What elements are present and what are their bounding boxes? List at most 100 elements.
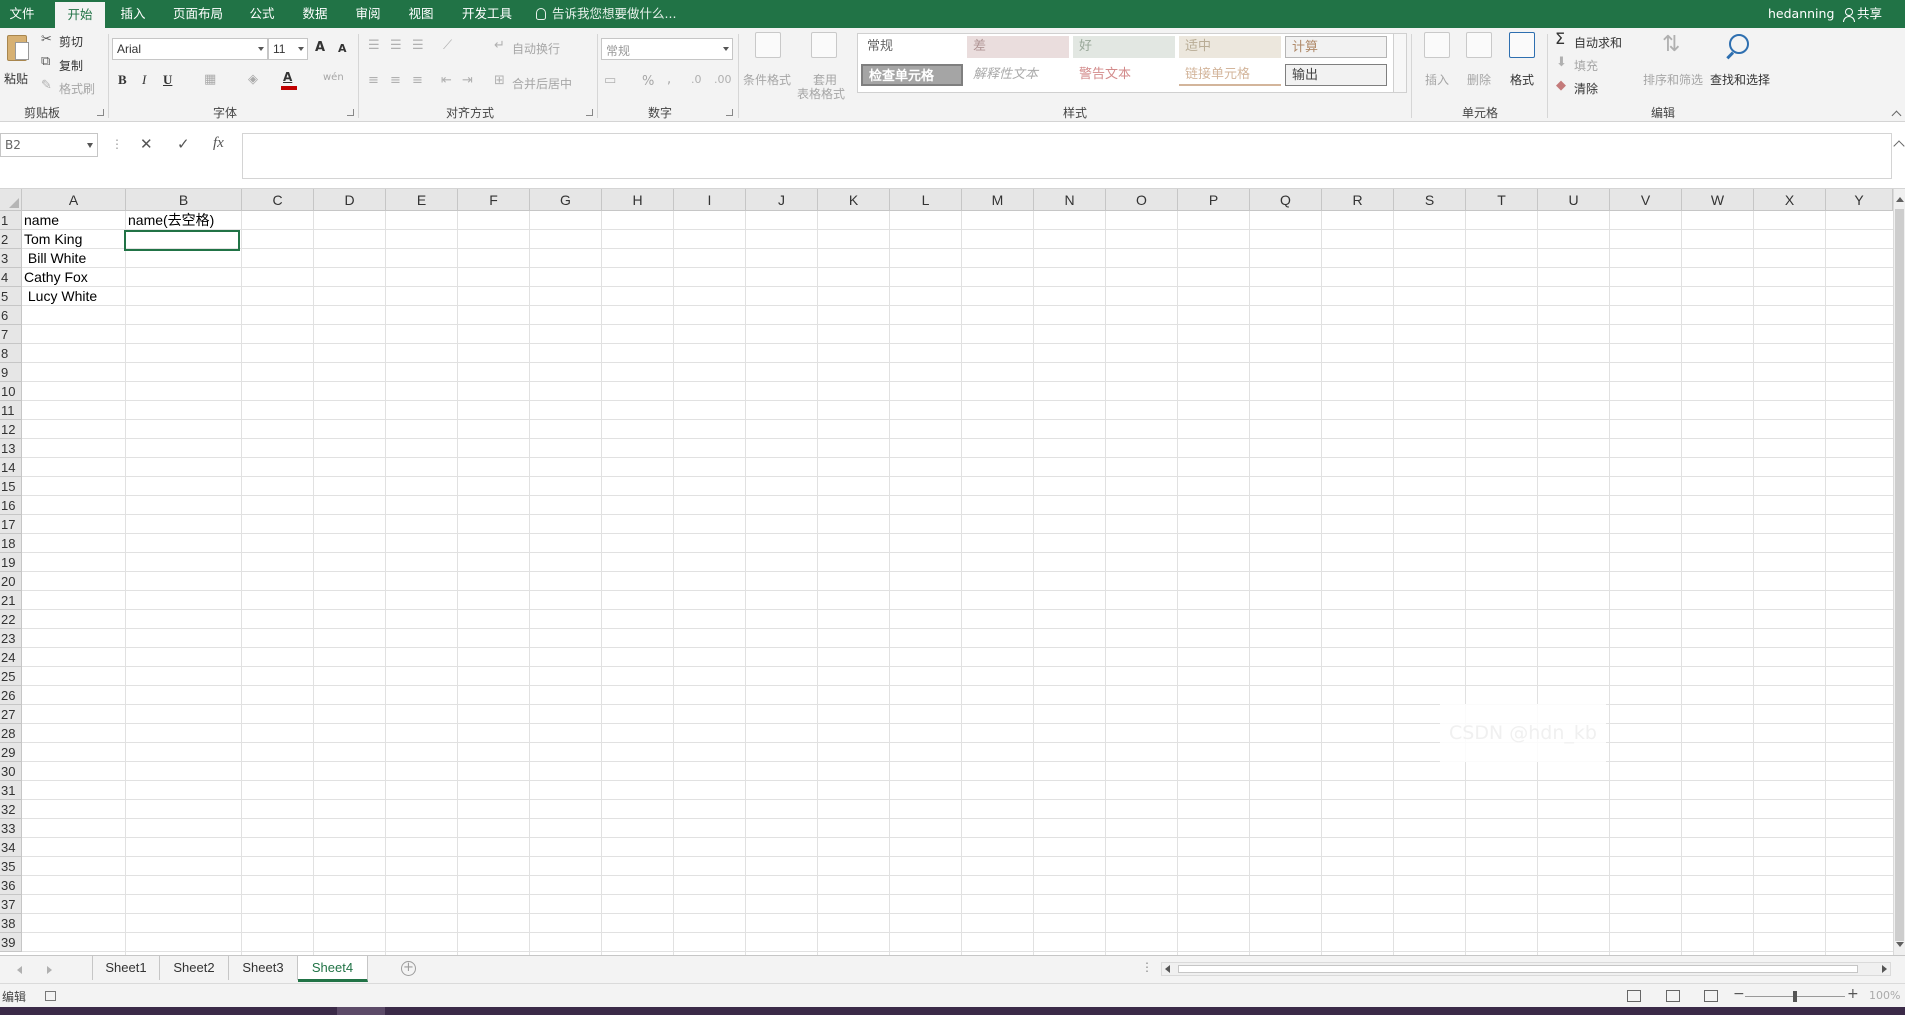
tab-page-layout[interactable]: 页面布局	[166, 0, 230, 28]
format-cells-button[interactable]: 格式	[1505, 32, 1539, 98]
row-header-30[interactable]: 30	[0, 762, 22, 781]
row-header-1[interactable]: 1	[0, 211, 22, 230]
row-header-6[interactable]: 6	[0, 306, 22, 325]
style-neutral[interactable]: 适中	[1179, 36, 1281, 58]
row-header-35[interactable]: 35	[0, 857, 22, 876]
column-header-f[interactable]: F	[458, 189, 530, 211]
row-header-21[interactable]: 21	[0, 591, 22, 610]
row-header-22[interactable]: 22	[0, 610, 22, 629]
horizontal-scroll-thumb[interactable]	[1178, 965, 1858, 973]
row-header-7[interactable]: 7	[0, 325, 22, 344]
conditional-format-button[interactable]: 条件格式	[742, 32, 794, 98]
align-right-icon[interactable]: ≡	[412, 74, 423, 87]
style-warning[interactable]: 警告文本	[1073, 64, 1175, 86]
macro-record-icon[interactable]	[45, 991, 56, 1001]
next-sheet-icon[interactable]	[47, 966, 52, 974]
row-header-23[interactable]: 23	[0, 629, 22, 648]
currency-icon[interactable]: ▭	[604, 74, 616, 87]
row-header-5[interactable]: 5	[0, 287, 22, 306]
decrease-decimal-icon[interactable]: .00	[714, 74, 732, 85]
tab-data[interactable]: 数据	[295, 0, 335, 28]
comma-button[interactable]: ,	[667, 72, 671, 87]
style-explanatory[interactable]: 解释性文本	[967, 64, 1069, 86]
row-header-4[interactable]: 4	[0, 268, 22, 287]
zoom-level[interactable]: 100%	[1869, 989, 1900, 1002]
row-header-33[interactable]: 33	[0, 819, 22, 838]
grow-font-button[interactable]: A	[315, 40, 325, 55]
row-header-17[interactable]: 17	[0, 515, 22, 534]
copy-button[interactable]: 复制	[59, 57, 83, 74]
collapse-ribbon-icon[interactable]	[1891, 110, 1902, 121]
formula-input[interactable]	[242, 133, 1892, 179]
column-header-g[interactable]: G	[530, 189, 602, 211]
cell-a3[interactable]: Bill White	[22, 249, 86, 268]
decrease-indent-icon[interactable]: ⇤	[441, 74, 452, 87]
style-good[interactable]: 好	[1073, 36, 1175, 58]
column-header-m[interactable]: M	[962, 189, 1034, 211]
column-header-j[interactable]: J	[746, 189, 818, 211]
wrap-text-button[interactable]: 自动换行	[512, 40, 560, 57]
column-header-o[interactable]: O	[1106, 189, 1178, 211]
style-linked-cell[interactable]: 链接单元格	[1179, 64, 1281, 86]
sheet-tab-sheet4[interactable]: Sheet4	[298, 956, 368, 982]
find-select-button[interactable]: 查找和选择	[1709, 32, 1773, 98]
tab-view[interactable]: 视图	[401, 0, 441, 28]
delete-cells-button[interactable]: 删除	[1462, 32, 1496, 98]
autosum-button[interactable]: 自动求和	[1574, 34, 1622, 51]
scroll-down-icon[interactable]	[1896, 942, 1904, 947]
horizontal-scrollbar[interactable]	[1161, 962, 1891, 976]
font-color-button[interactable]: A	[281, 70, 297, 90]
column-header-y[interactable]: Y	[1826, 189, 1893, 211]
row-header-14[interactable]: 14	[0, 458, 22, 477]
vertical-scrollbar[interactable]	[1893, 189, 1905, 955]
orientation-icon[interactable]: ⟋	[443, 39, 452, 52]
cell-b1[interactable]: name(去空格)	[126, 211, 214, 230]
style-bad[interactable]: 差	[967, 36, 1069, 58]
cell-a4[interactable]: Cathy Fox	[22, 268, 88, 287]
tab-insert[interactable]: 插入	[113, 0, 153, 28]
column-header-e[interactable]: E	[386, 189, 458, 211]
format-painter-button[interactable]: 格式刷	[59, 80, 95, 97]
merge-center-button[interactable]: 合并后居中	[512, 75, 572, 92]
scroll-right-icon[interactable]	[1882, 965, 1887, 973]
row-header-36[interactable]: 36	[0, 876, 22, 895]
prev-sheet-icon[interactable]	[17, 966, 22, 974]
column-header-n[interactable]: N	[1034, 189, 1106, 211]
tab-developer[interactable]: 开发工具	[453, 0, 521, 28]
fill-button[interactable]: 填充	[1574, 57, 1598, 74]
row-header-2[interactable]: 2	[0, 230, 22, 249]
align-center-icon[interactable]: ≡	[390, 74, 401, 87]
formula-bar-grip[interactable]: ⋮	[111, 137, 123, 151]
sort-filter-button[interactable]: ⇅ 排序和筛选	[1642, 32, 1706, 98]
clipboard-dialog-launcher[interactable]	[97, 109, 104, 116]
align-left-icon[interactable]: ≡	[368, 74, 379, 87]
row-header-27[interactable]: 27	[0, 705, 22, 724]
italic-button[interactable]: I	[142, 72, 146, 88]
row-header-24[interactable]: 24	[0, 648, 22, 667]
sheet-tab-sheet3[interactable]: Sheet3	[229, 956, 298, 980]
tab-review[interactable]: 审阅	[348, 0, 388, 28]
font-dialog-launcher[interactable]	[347, 109, 354, 116]
add-sheet-icon[interactable]: +	[401, 961, 416, 976]
sheet-tab-sheet1[interactable]: Sheet1	[93, 956, 160, 980]
row-header-31[interactable]: 31	[0, 781, 22, 800]
row-header-28[interactable]: 28	[0, 724, 22, 743]
worksheet-grid[interactable]: ABCDEFGHIJKLMNOPQRSTUVWXY 1 2 3 4 5 6 7 8 9 10 11 1…	[0, 189, 1905, 955]
scroll-left-icon[interactable]	[1165, 965, 1170, 973]
row-header-16[interactable]: 16	[0, 496, 22, 515]
clear-button[interactable]: 清除	[1574, 80, 1598, 97]
align-middle-icon[interactable]: ☰	[390, 39, 402, 52]
zoom-slider-knob[interactable]	[1793, 991, 1797, 1002]
row-header-10[interactable]: 10	[0, 382, 22, 401]
cut-button[interactable]: 剪切	[59, 33, 83, 50]
gallery-scroll[interactable]	[1393, 34, 1406, 92]
border-icon[interactable]: ▦	[204, 73, 216, 86]
row-header-39[interactable]: 39	[0, 933, 22, 952]
column-header-c[interactable]: C	[242, 189, 314, 211]
share-button[interactable]: 共享	[1843, 0, 1882, 28]
zoom-in-button[interactable]: +	[1847, 986, 1859, 1002]
row-header-11[interactable]: 11	[0, 401, 22, 420]
column-header-x[interactable]: X	[1754, 189, 1826, 211]
column-header-v[interactable]: V	[1610, 189, 1682, 211]
percent-button[interactable]: %	[642, 74, 654, 89]
